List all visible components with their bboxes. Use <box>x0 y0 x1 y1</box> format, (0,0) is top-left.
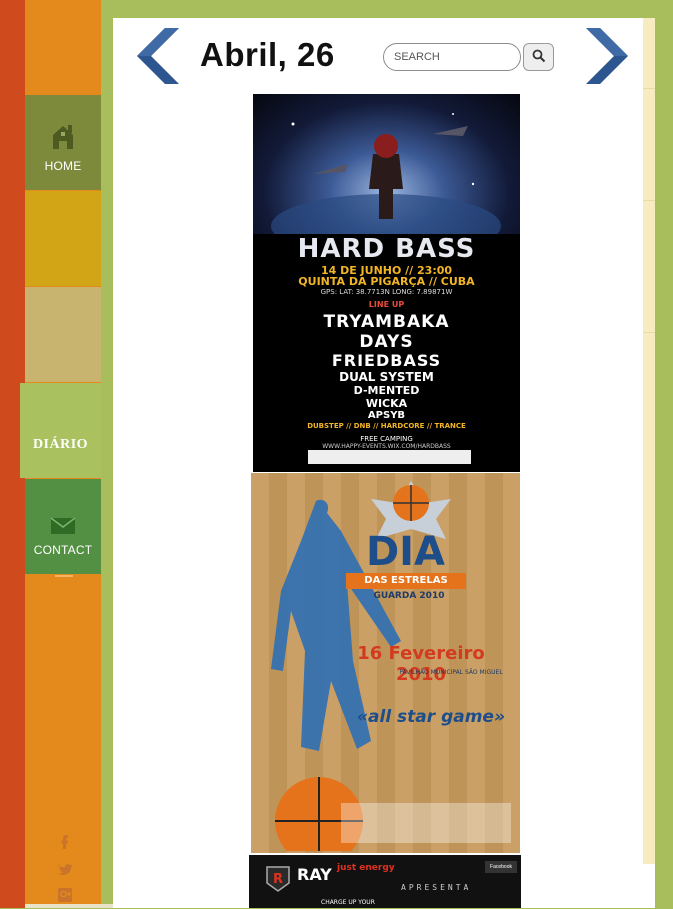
poster-artist: DAYS <box>359 332 414 352</box>
svg-text:R: R <box>273 872 283 887</box>
arrow-left-icon <box>137 28 179 84</box>
nav-diario[interactable]: DIÁRIO <box>20 383 101 478</box>
page-title: Abril, 26 <box>200 36 335 73</box>
poster-title: DIA <box>365 529 446 575</box>
poster-presents: APRESENTA <box>401 883 472 892</box>
event-poster-hard-bass[interactable]: HARD BASS 14 DE JUNHO // 23:00 QUINTA DA… <box>253 94 520 472</box>
poster-brand-sub: just energy <box>337 863 395 873</box>
poster-camping: FREE CAMPING <box>360 435 413 443</box>
search-button[interactable] <box>523 43 554 71</box>
nav-diario-label: DIÁRIO <box>32 437 89 452</box>
poster-venue: QUINTA DA PIGARÇA // CUBA <box>298 275 475 288</box>
poster-artist: DUAL SYSTEM <box>339 370 434 384</box>
nav-tile-yellow[interactable] <box>25 191 101 286</box>
poster-genres: DUBSTEP // DNB // HARDCORE // TRANCE <box>307 422 466 430</box>
prev-day-button[interactable] <box>135 28 181 91</box>
home-icon <box>49 121 77 156</box>
poster-title: HARD BASS <box>297 234 476 264</box>
poster-artist: TRYAMBAKA <box>323 312 450 332</box>
poster-artist: FRIEDBASS <box>331 351 442 370</box>
poster-sponsor-logos <box>341 803 511 843</box>
poster-artist: WICKA <box>365 397 408 410</box>
sidebar-divider <box>55 575 73 577</box>
poster-artist: APSYB <box>367 410 406 421</box>
poster-lineup-heading: LINE UP <box>368 300 405 309</box>
poster-artist: D-MENTED <box>353 384 420 397</box>
poster-game-title: «all star game» <box>356 707 506 727</box>
poster-ribbon: DAS ESTRELAS <box>346 573 466 589</box>
nav-home[interactable]: HOME <box>25 95 101 190</box>
poster-brand: RAY <box>297 865 332 884</box>
google-plus-icon[interactable] <box>56 886 74 904</box>
next-day-button[interactable] <box>584 28 630 91</box>
facebook-icon[interactable] <box>56 832 74 850</box>
poster-gps: GPS: LAT: 38.7713N LONG: 7.89871W <box>320 288 453 296</box>
ray-logo-icon: R <box>266 866 290 892</box>
poster-subtitle: GUARDA 2010 <box>373 591 445 601</box>
nav-contact-label: CONTACT <box>33 543 93 557</box>
search-input[interactable] <box>383 43 521 71</box>
poster-tagline: CHARGE UP YOUR <box>321 899 375 906</box>
event-poster-ray[interactable]: R RAY just energy APRESENTA Facebook CHA… <box>249 855 521 908</box>
search-icon <box>532 49 545 62</box>
arrow-right-icon <box>586 28 628 84</box>
envelope-icon <box>50 517 76 540</box>
panel-edge-lines <box>643 88 655 333</box>
poster-date: 16 Fevereiro 2010 <box>357 643 485 685</box>
nav-contact[interactable]: CONTACT <box>25 479 101 574</box>
nav-home-label: HOME <box>44 159 82 173</box>
event-poster-dia-das-estrelas[interactable]: DIA DAS ESTRELAS GUARDA 2010 16 Fevereir… <box>251 473 520 853</box>
poster-space-artwork <box>253 94 520 258</box>
poster-facebook-badge: Facebook <box>485 861 517 873</box>
sidebar-bottom-bar <box>25 904 120 908</box>
poster-venue: PAVILHÃO MUNICIPAL SÃO MIGUEL <box>399 669 503 676</box>
nav-tile-tan[interactable] <box>25 287 101 382</box>
poster-website: WWW.HAPPY-EVENTS.WIX.COM/HARDBASS <box>322 443 451 450</box>
twitter-icon[interactable] <box>56 860 74 878</box>
poster-sponsor-logos <box>308 450 471 464</box>
